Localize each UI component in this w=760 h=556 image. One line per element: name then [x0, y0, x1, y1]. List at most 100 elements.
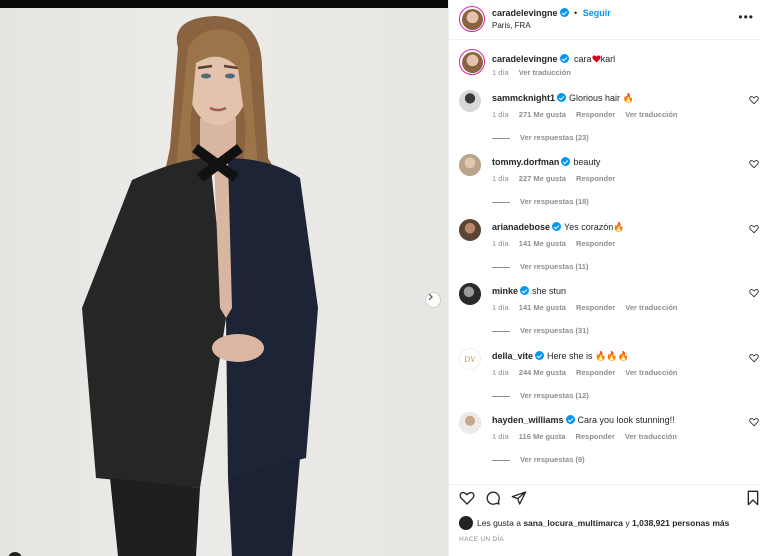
reply-button[interactable]: Responder: [576, 239, 615, 248]
likes-summary: Les gusta a sana_locura_multimarca y 1,0…: [459, 516, 729, 530]
view-replies-button[interactable]: Ver respuestas (9): [492, 455, 585, 464]
follow-button[interactable]: Seguir: [583, 8, 611, 18]
post-photo[interactable]: [0, 8, 448, 556]
comment-likes[interactable]: 244 Me gusta: [519, 368, 566, 377]
view-replies-button[interactable]: Ver respuestas (23): [492, 133, 589, 142]
translate-link[interactable]: Ver traducción: [625, 368, 677, 377]
verified-icon: [520, 286, 530, 295]
post-side-panel: caradelevingne • Seguir Paris, FRA ••• c…: [448, 0, 760, 556]
comment-time: 1 día: [492, 432, 509, 441]
author-avatar[interactable]: [459, 6, 485, 32]
view-replies-label: Ver respuestas (23): [520, 133, 589, 142]
reply-button[interactable]: Responder: [576, 303, 615, 312]
likes-middle: y: [625, 518, 630, 528]
reply-button[interactable]: Responder: [576, 432, 615, 441]
comment-text: Here she is 🔥🔥🔥: [547, 351, 629, 361]
comment-username[interactable]: arianadebose: [492, 222, 550, 232]
like-heart-icon[interactable]: [459, 490, 475, 506]
comment-time: 1 día: [492, 368, 509, 377]
comment-avatar[interactable]: [459, 283, 481, 305]
verified-icon: [559, 54, 569, 63]
caption-avatar[interactable]: [459, 49, 485, 75]
comment-text: Yes corazón🔥: [564, 222, 625, 232]
top-dark-bar: [0, 0, 448, 8]
view-replies-label: Ver respuestas (12): [520, 391, 589, 400]
liker-avatar[interactable]: [459, 516, 473, 530]
comment-avatar[interactable]: [459, 154, 481, 176]
view-replies-label: Ver respuestas (11): [520, 262, 589, 271]
comment-username[interactable]: minke: [492, 286, 518, 296]
verified-icon: [561, 157, 571, 166]
comment-username[interactable]: tommy.dorfman: [492, 157, 559, 167]
comment-text: she stun: [532, 286, 567, 296]
comment-avatar[interactable]: [459, 219, 481, 241]
replies-dash: [492, 137, 510, 139]
reply-button[interactable]: Responder: [576, 174, 615, 183]
share-paper-plane-icon[interactable]: [511, 490, 527, 506]
verified-icon: [557, 93, 567, 102]
view-replies-label: Ver respuestas (9): [520, 455, 585, 464]
verified-icon: [565, 415, 575, 424]
verified-icon: [535, 351, 545, 360]
caption-text-after: karl: [600, 54, 616, 64]
replies-dash: [492, 266, 510, 268]
location-link[interactable]: Paris, FRA: [492, 21, 531, 30]
view-replies-button[interactable]: Ver respuestas (12): [492, 391, 589, 400]
caption-text-before: cara: [574, 54, 592, 64]
like-comment-heart-icon[interactable]: [749, 159, 759, 169]
reply-button[interactable]: Responder: [576, 110, 615, 119]
red-heart-emoji-icon: [591, 55, 601, 63]
caption-time: 1 día: [492, 68, 509, 77]
like-comment-heart-icon[interactable]: [749, 417, 759, 427]
likes-prefix: Les gusta a: [477, 518, 521, 528]
liker-username[interactable]: sana_locura_multimarca: [523, 518, 623, 528]
save-bookmark-icon[interactable]: [745, 490, 760, 506]
caption-translate-link[interactable]: Ver traducción: [519, 68, 571, 77]
translate-link[interactable]: Ver traducción: [625, 110, 677, 119]
comment-avatar[interactable]: DV: [459, 348, 481, 370]
comment-username[interactable]: della_vite: [492, 351, 533, 361]
comment-text: Glorious hair 🔥: [569, 93, 634, 103]
translate-link[interactable]: Ver traducción: [625, 432, 677, 441]
more-options-icon[interactable]: •••: [738, 10, 754, 24]
likes-count[interactable]: 1,038,921 personas más: [632, 518, 729, 528]
comments-list: caradelevingne cara karl 1 día Ver traduc…: [449, 41, 760, 481]
replies-dash: [492, 395, 510, 397]
comment-text: Cara you look stunning!!: [577, 415, 675, 425]
comment-username[interactable]: sammcknight1: [492, 93, 555, 103]
view-replies-label: Ver respuestas (31): [520, 326, 589, 335]
author-username[interactable]: caradelevingne: [492, 8, 558, 18]
comment-likes[interactable]: 116 Me gusta: [519, 432, 566, 441]
replies-dash: [492, 459, 510, 461]
comment-text: beauty: [573, 157, 601, 167]
like-comment-heart-icon[interactable]: [749, 95, 759, 105]
view-replies-button[interactable]: Ver respuestas (18): [492, 197, 589, 206]
verified-icon: [552, 222, 562, 231]
chevron-right-icon: [428, 293, 433, 301]
comment-likes[interactable]: 141 Me gusta: [519, 239, 566, 248]
replies-dash: [492, 201, 510, 203]
like-comment-heart-icon[interactable]: [749, 353, 759, 363]
like-comment-heart-icon[interactable]: [749, 224, 759, 234]
comment-likes[interactable]: 141 Me gusta: [519, 303, 566, 312]
comment-time: 1 día: [492, 239, 509, 248]
post-timestamp: HACE UN DÍA: [459, 536, 505, 543]
view-replies-label: Ver respuestas (18): [520, 197, 589, 206]
comment-avatar[interactable]: [459, 412, 481, 434]
next-photo-button[interactable]: [425, 292, 441, 308]
like-comment-heart-icon[interactable]: [749, 288, 759, 298]
view-replies-button[interactable]: Ver respuestas (11): [492, 262, 588, 271]
comment-username[interactable]: hayden_williams: [492, 415, 564, 425]
reply-button[interactable]: Responder: [576, 368, 615, 377]
view-replies-button[interactable]: Ver respuestas (31): [492, 326, 589, 335]
comment-avatar[interactable]: [459, 90, 481, 112]
caption-username[interactable]: caradelevingne: [492, 54, 558, 64]
photo-illustration: [82, 16, 318, 556]
comment-likes[interactable]: 227 Me gusta: [519, 174, 566, 183]
post-header: caradelevingne • Seguir Paris, FRA •••: [449, 0, 760, 40]
comment-bubble-icon[interactable]: [485, 490, 501, 506]
translate-link[interactable]: Ver traducción: [625, 303, 677, 312]
comment-time: 1 día: [492, 110, 509, 119]
comment-time: 1 día: [492, 303, 509, 312]
comment-likes[interactable]: 271 Me gusta: [519, 110, 566, 119]
